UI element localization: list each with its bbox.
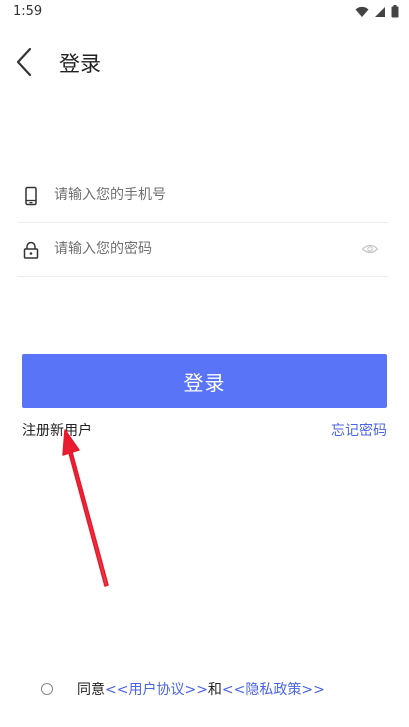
eye-icon[interactable] (361, 240, 379, 258)
password-input[interactable] (54, 234, 354, 264)
back-arrow-icon (16, 47, 32, 77)
status-icons (355, 5, 399, 18)
login-button[interactable]: 登录 (22, 354, 387, 408)
header: 登录 (0, 38, 409, 86)
status-time: 1:59 (13, 4, 43, 19)
phone-icon (25, 186, 37, 206)
page-title: 登录 (59, 52, 101, 76)
privacy-policy-link[interactable]: <<隐私政策>> (222, 679, 325, 699)
agree-radio[interactable] (41, 683, 53, 695)
agree-prefix: 同意 (77, 682, 105, 698)
user-agreement-link[interactable]: <<用户协议>> (105, 679, 208, 699)
agree-conjunction: 和 (207, 682, 222, 698)
forgot-password-link[interactable]: 忘记密码 (331, 420, 387, 440)
register-link[interactable]: 注册新用户 (22, 420, 92, 440)
status-bar: 1:59 (0, 0, 409, 24)
phone-field (18, 168, 388, 223)
battery-icon (391, 5, 399, 18)
password-field (18, 222, 388, 277)
agreement-row: 同意 <<用户协议>> 和 <<隐私政策>> (41, 678, 325, 700)
signal-icon (375, 6, 385, 17)
phone-input[interactable] (54, 180, 354, 210)
back-button[interactable] (10, 46, 42, 78)
lock-icon (23, 241, 39, 259)
wifi-icon (355, 6, 369, 17)
